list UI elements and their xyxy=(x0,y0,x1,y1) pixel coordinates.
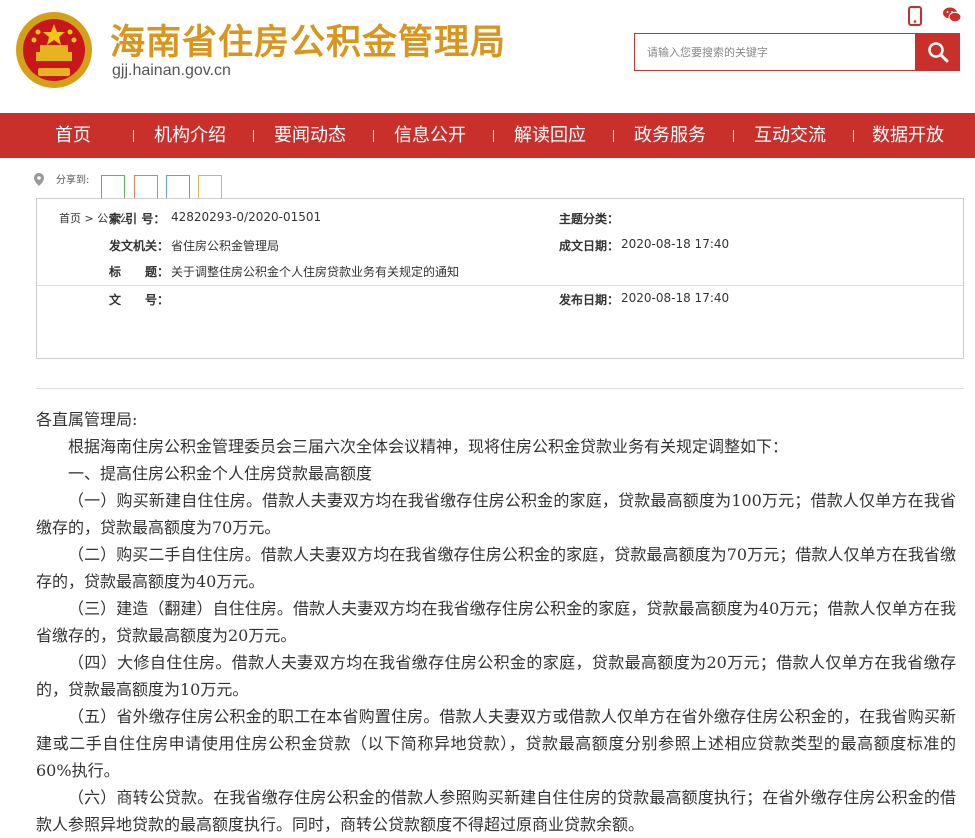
article-paragraph: （五）省外缴存住房公积金的职工在本省购置住房。借款人夫妻双方或借款人仅单方在省外… xyxy=(36,707,956,780)
share-bar: 分享到: xyxy=(0,158,975,199)
nav-item-disclosure[interactable]: 信息公开 xyxy=(394,113,466,158)
article-body: 各直属管理局: 根据海南住房公积金管理委员会三届六次全体会议精神，现将住房公积金… xyxy=(36,406,956,838)
search-button[interactable] xyxy=(915,33,960,71)
share-qzone-button[interactable] xyxy=(198,175,222,199)
nav-separator xyxy=(853,130,854,142)
location-pin-icon xyxy=(34,173,44,186)
site-domain: gjj.hainan.gov.cn xyxy=(112,62,231,79)
doc-no-label: 文 号： xyxy=(109,293,170,307)
wechat-icon[interactable] xyxy=(942,6,962,26)
intro-paragraph: 根据海南住房公积金管理委员会三届六次全体会议精神，现将住房公积金贷款业务有关规定… xyxy=(68,437,789,456)
nav-separator xyxy=(133,130,134,142)
document-metadata: 首页 > 公众公 索 引 号： 42820293-0/2020-01501 主题… xyxy=(36,198,964,359)
national-emblem-icon xyxy=(16,12,92,88)
nav-item-about[interactable]: 机构介绍 xyxy=(154,113,226,158)
meta-divider xyxy=(37,285,963,286)
article-paragraph: （六）商转公贷款。在我省缴存住房公积金的借款人参照购买新建自住住房的贷款最高额度… xyxy=(36,788,956,834)
created-date-value: 2020-08-18 17:40 xyxy=(621,237,730,251)
article-paragraph: （四）大修自住住房。借款人夫妻双方均在我省缴存住房公积金的家庭，贷款最高额度为2… xyxy=(36,653,956,699)
article-paragraph: （一）购买新建自住住房。借款人夫妻双方均在我省缴存住房公积金的家庭，贷款最高额度… xyxy=(36,491,956,537)
search-input[interactable] xyxy=(635,34,939,70)
published-date-label: 发布日期： xyxy=(559,293,620,307)
section-heading: 一、提高住房公积金个人住房贷款最高额度 xyxy=(68,464,373,483)
nav-separator xyxy=(253,130,254,142)
issuer-label: 发文机关： xyxy=(109,239,170,253)
nav-item-news[interactable]: 要闻动态 xyxy=(274,113,346,158)
article-paragraph: （三）建造（翻建）自住住房。借款人夫妻双方均在我省缴存住房公积金的家庭，贷款最高… xyxy=(36,599,956,645)
main-nav: 首页 机构介绍 要闻动态 信息公开 解读回应 政务服务 互动交流 数据开放 xyxy=(0,113,975,158)
nav-item-interpretation[interactable]: 解读回应 xyxy=(514,113,586,158)
nav-item-home[interactable]: 首页 xyxy=(55,113,91,158)
nav-separator xyxy=(373,130,374,142)
site-title[interactable]: 海南省住房公积金管理局 xyxy=(110,14,506,65)
nav-separator xyxy=(493,130,494,142)
share-label: 分享到: xyxy=(56,175,90,186)
title-label: 标 题： xyxy=(109,265,170,279)
index-no-value: 42820293-0/2020-01501 xyxy=(171,210,322,224)
share-weibo-button[interactable] xyxy=(134,175,158,199)
top-icons xyxy=(908,6,962,26)
article-paragraph: （二）购买二手自住住房。借款人夫妻双方均在我省缴存住房公积金的家庭，贷款最高额度… xyxy=(36,545,956,591)
share-qq-button[interactable] xyxy=(166,175,190,199)
title-value: 关于调整住房公积金个人住房贷款业务有关规定的通知 xyxy=(171,265,460,279)
share-wechat-button[interactable] xyxy=(101,175,125,199)
nav-item-open-data[interactable]: 数据开放 xyxy=(872,113,944,158)
nav-separator xyxy=(733,130,734,142)
site-header: 海南省住房公积金管理局 gjj.hainan.gov.cn xyxy=(0,0,975,113)
nav-item-services[interactable]: 政务服务 xyxy=(634,113,706,158)
nav-separator xyxy=(613,130,614,142)
topic-label: 主题分类： xyxy=(559,212,620,226)
created-date-label: 成文日期： xyxy=(559,239,620,253)
search-box xyxy=(634,33,960,71)
index-no-label: 索 引 号： xyxy=(109,212,166,226)
search-icon xyxy=(927,42,948,63)
published-date-value: 2020-08-18 17:40 xyxy=(621,291,730,305)
mobile-icon[interactable] xyxy=(908,6,926,26)
content-divider xyxy=(36,388,964,389)
nav-item-interaction[interactable]: 互动交流 xyxy=(754,113,826,158)
salutation: 各直属管理局: xyxy=(36,410,138,429)
issuer-value: 省住房公积金管理局 xyxy=(171,239,280,253)
